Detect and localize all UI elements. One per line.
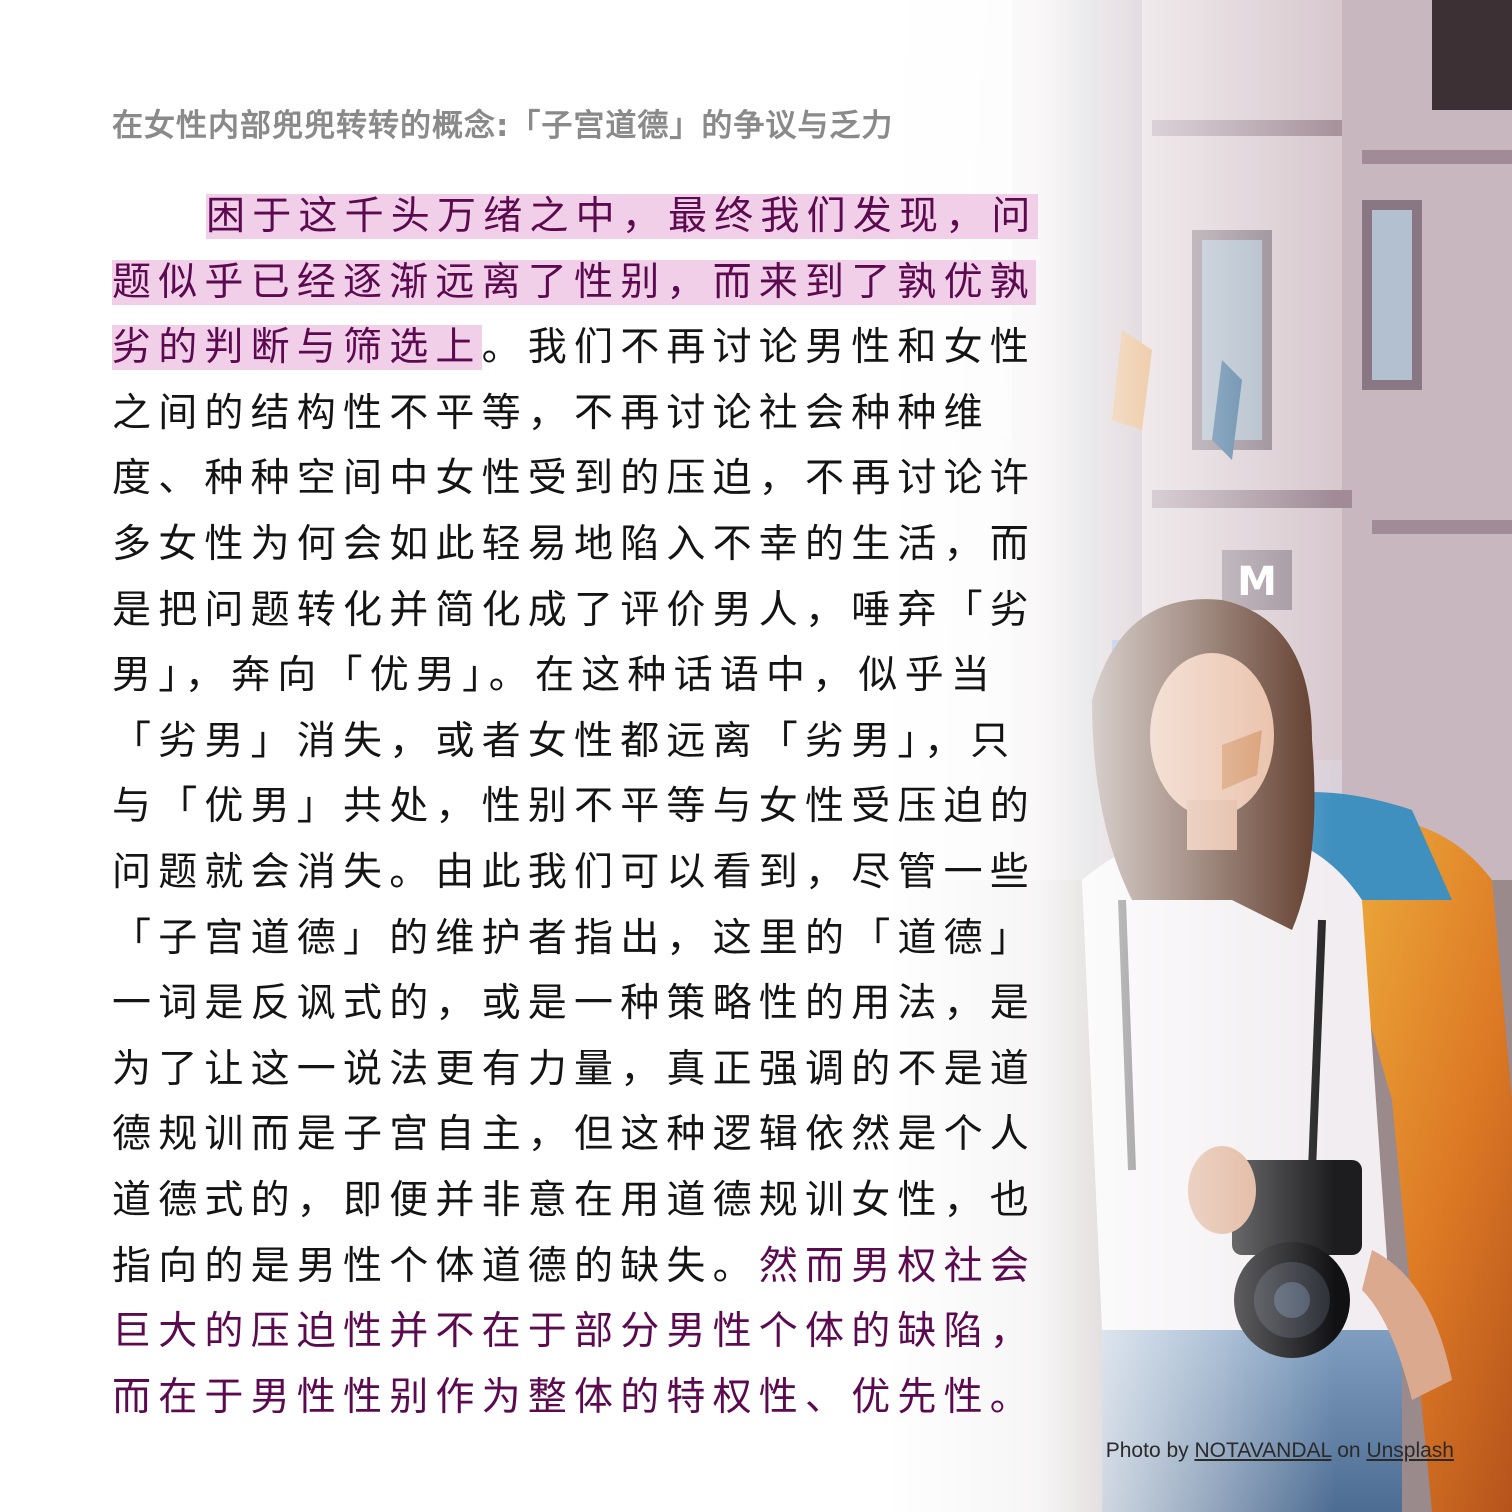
credit-author-link[interactable]: NOTAVANDAL <box>1194 1439 1331 1462</box>
body-text: 。我们不再讨论男性和女性之间的结构性不平等，不再讨论社会种种维度、种种空间中女性… <box>112 325 1037 1289</box>
credit-middle: on <box>1331 1439 1367 1462</box>
article-paragraph: 困于这千头万绪之中，最终我们发现，问题似乎已经逐渐远离了性别，而来到了孰优孰劣的… <box>112 184 1052 1430</box>
photo-credit: Photo by NOTAVANDAL on Unsplash <box>1106 1439 1454 1463</box>
article-title: 在女性内部兜兜转转的概念:「子宫道德」的争议与乏力 <box>112 108 894 144</box>
credit-prefix: Photo by <box>1105 1439 1195 1462</box>
credit-site-link[interactable]: Unsplash <box>1366 1439 1454 1462</box>
